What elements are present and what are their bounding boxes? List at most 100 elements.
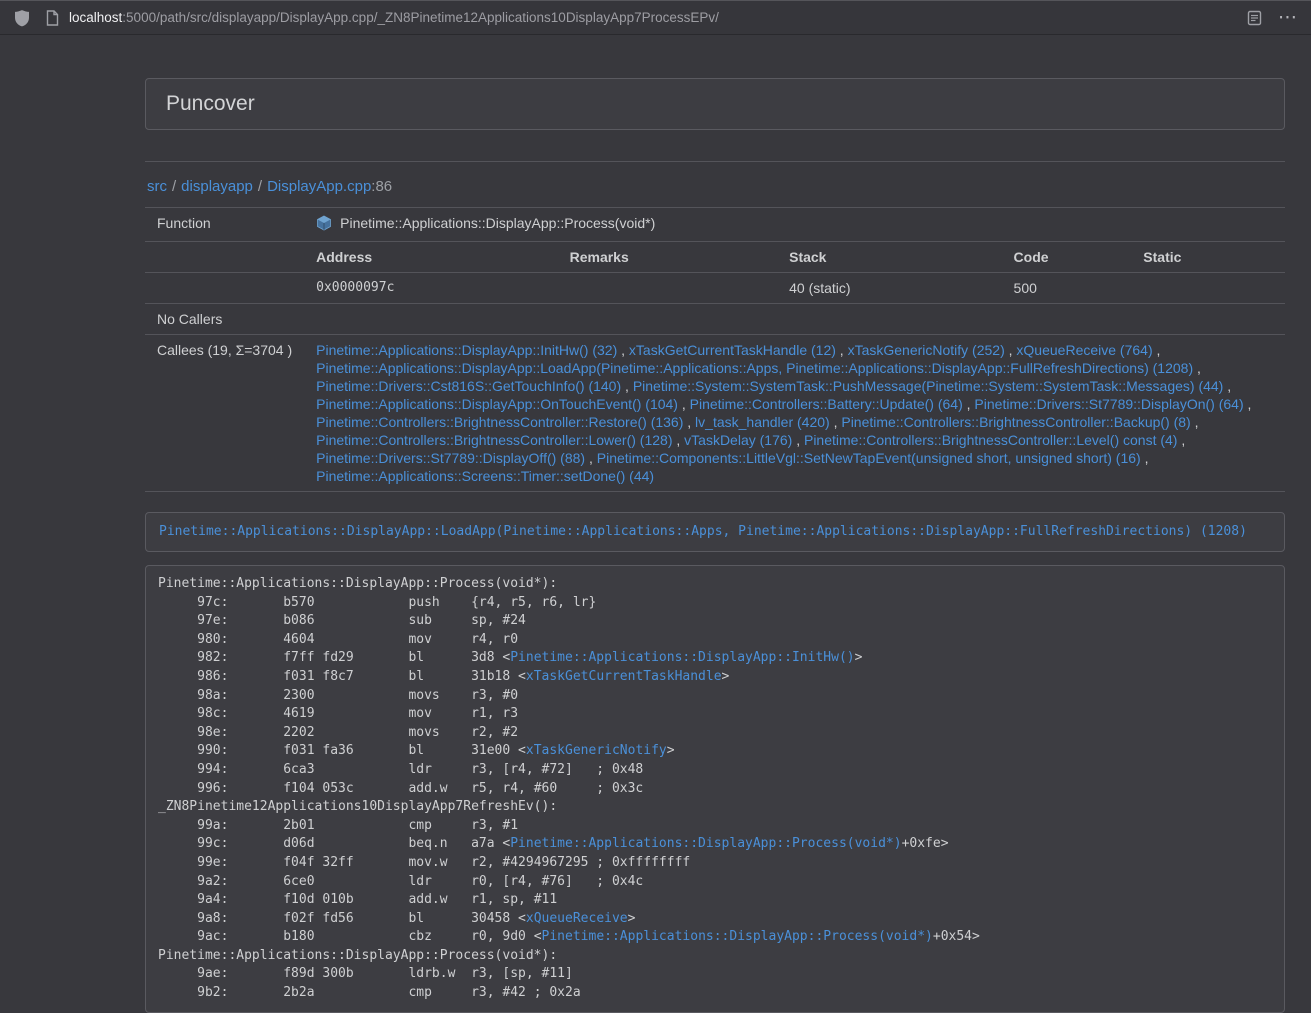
asm-line: 98c: 4619 mov r1, r3 bbox=[158, 705, 1272, 724]
asm-line: 9ac: b180 cbz r0, 9d0 <Pinetime::Applica… bbox=[158, 928, 1272, 947]
callee-link[interactable]: vTaskDelay (176) bbox=[684, 432, 792, 448]
asm-line: 990: f031 fa36 bl 31e00 <xTaskGenericNot… bbox=[158, 742, 1272, 761]
breadcrumb-src-link[interactable]: src bbox=[147, 178, 167, 195]
asm-text: 99e: f04f 32ff mov.w r2, #4294967295 ; 0… bbox=[158, 855, 690, 870]
asm-text: 982: f7ff fd29 bl 3d8 < bbox=[158, 650, 510, 665]
asm-text: Pinetime::Applications::DisplayApp::Proc… bbox=[158, 948, 557, 963]
callee-separator: , bbox=[672, 432, 684, 448]
asm-symbol-link[interactable]: xQueueReceive bbox=[526, 911, 628, 926]
callee-link[interactable]: Pinetime::Controllers::BrightnessControl… bbox=[841, 414, 1190, 430]
more-options-icon[interactable]: ⋯ bbox=[1278, 8, 1297, 27]
callee-link[interactable]: Pinetime::Controllers::Battery::Update()… bbox=[690, 396, 963, 412]
callee-link[interactable]: Pinetime::Controllers::BrightnessControl… bbox=[804, 432, 1177, 448]
asm-line: Pinetime::Applications::DisplayApp::Proc… bbox=[158, 947, 1272, 966]
callee-separator: , bbox=[621, 378, 633, 394]
callee-link[interactable]: Pinetime::Components::LittleVgl::SetNewT… bbox=[597, 450, 1141, 466]
callee-separator: , bbox=[792, 432, 804, 448]
callee-separator: , bbox=[1005, 342, 1017, 358]
divider bbox=[145, 161, 1285, 162]
disassembly-panel: Pinetime::Applications::DisplayApp::Proc… bbox=[145, 565, 1285, 1013]
asm-text: +0x54> bbox=[933, 929, 980, 944]
callee-separator: , bbox=[1141, 450, 1149, 466]
highlighted-callee-link[interactable]: Pinetime::Applications::DisplayApp::Load… bbox=[159, 524, 1247, 539]
asm-line: 996: f104 053c add.w r5, r4, #60 ; 0x3c bbox=[158, 780, 1272, 799]
callee-link[interactable]: Pinetime::Drivers::St7789::DisplayOff() … bbox=[316, 450, 585, 466]
asm-line: 982: f7ff fd29 bl 3d8 <Pinetime::Applica… bbox=[158, 649, 1272, 668]
asm-text: 99a: 2b01 cmp r3, #1 bbox=[158, 818, 518, 833]
empty-cell bbox=[304, 304, 1285, 335]
callee-link[interactable]: Pinetime::Drivers::St7789::DisplayOn() (… bbox=[974, 396, 1243, 412]
breadcrumb-file-link[interactable]: DisplayApp.cpp bbox=[267, 178, 371, 195]
columns-header-row: Address Remarks Stack Code Static bbox=[145, 242, 1285, 273]
asm-text: 996: f104 053c add.w r5, r4, #60 ; 0x3c bbox=[158, 781, 643, 796]
asm-text: 99c: d06d beq.n a7a < bbox=[158, 836, 510, 851]
asm-text: 98e: 2202 movs r2, #2 bbox=[158, 725, 518, 740]
asm-text: 980: 4604 mov r4, r0 bbox=[158, 632, 518, 647]
breadcrumb-displayapp-link[interactable]: displayapp bbox=[181, 178, 253, 195]
callee-link[interactable]: Pinetime::Applications::DisplayApp::OnTo… bbox=[316, 396, 678, 412]
asm-line: 9a2: 6ce0 ldr r0, [r4, #76] ; 0x4c bbox=[158, 873, 1272, 892]
url-host: localhost bbox=[69, 10, 122, 25]
asm-line: Pinetime::Applications::DisplayApp::Proc… bbox=[158, 575, 1272, 594]
empty-cell bbox=[145, 273, 304, 304]
callee-separator: , bbox=[678, 396, 690, 412]
asm-symbol-link[interactable]: Pinetime::Applications::DisplayApp::Proc… bbox=[510, 836, 901, 851]
function-table: Function Pinetime::Applications::Display… bbox=[145, 207, 1285, 492]
callee-link[interactable]: Pinetime::Drivers::Cst816S::GetTouchInfo… bbox=[316, 378, 621, 394]
tracking-protection-shield-icon[interactable] bbox=[14, 9, 30, 27]
asm-text: > bbox=[628, 911, 636, 926]
callee-separator: , bbox=[617, 342, 629, 358]
column-header-remarks: Remarks bbox=[558, 242, 778, 273]
asm-symbol-link[interactable]: Pinetime::Applications::DisplayApp::Proc… bbox=[542, 929, 933, 944]
code-value: 500 bbox=[1002, 273, 1132, 304]
function-cube-icon bbox=[316, 215, 332, 235]
asm-text: 9ac: b180 cbz r0, 9d0 < bbox=[158, 929, 542, 944]
callee-separator: , bbox=[1177, 432, 1185, 448]
asm-symbol-link[interactable]: Pinetime::Applications::DisplayApp::Init… bbox=[510, 650, 854, 665]
callee-link[interactable]: Pinetime::Applications::DisplayApp::Load… bbox=[316, 360, 1193, 376]
callee-link[interactable]: xQueueReceive (764) bbox=[1016, 342, 1152, 358]
asm-line: 986: f031 f8c7 bl 31b18 <xTaskGetCurrent… bbox=[158, 668, 1272, 687]
column-header-address: Address bbox=[304, 242, 557, 273]
asm-symbol-link[interactable]: xTaskGetCurrentTaskHandle bbox=[526, 669, 722, 684]
browser-toolbar: localhost:5000/path/src/displayapp/Displ… bbox=[0, 0, 1311, 35]
callee-link[interactable]: Pinetime::Applications::Screens::Timer::… bbox=[316, 468, 654, 484]
asm-symbol-link[interactable]: xTaskGenericNotify bbox=[526, 743, 667, 758]
url-text[interactable]: localhost:5000/path/src/displayapp/Displ… bbox=[69, 10, 719, 25]
reader-view-icon[interactable] bbox=[1247, 10, 1262, 26]
callee-separator: , bbox=[830, 414, 842, 430]
asm-text: 97e: b086 sub sp, #24 bbox=[158, 613, 526, 628]
asm-text: 9a2: 6ce0 ldr r0, [r4, #76] ; 0x4c bbox=[158, 874, 643, 889]
asm-text: > bbox=[667, 743, 675, 758]
asm-text: 9ae: f89d 300b ldrb.w r3, [sp, #11] bbox=[158, 966, 573, 981]
callees-row: Callees (19, Σ=3704 ) Pinetime::Applicat… bbox=[145, 335, 1285, 492]
app-header-panel: Puncover bbox=[145, 78, 1285, 130]
callee-link[interactable]: lv_task_handler (420) bbox=[695, 414, 830, 430]
page-title: Puncover bbox=[166, 92, 1264, 116]
function-label: Function bbox=[145, 208, 304, 242]
callee-separator: , bbox=[1223, 378, 1231, 394]
highlighted-callee-panel: Pinetime::Applications::DisplayApp::Load… bbox=[145, 512, 1285, 552]
asm-line: 97c: b570 push {r4, r5, r6, lr} bbox=[158, 594, 1272, 613]
asm-text: 98c: 4619 mov r1, r3 bbox=[158, 706, 518, 721]
callee-link[interactable]: Pinetime::System::SystemTask::PushMessag… bbox=[633, 378, 1224, 394]
callee-link[interactable]: xTaskGetCurrentTaskHandle (12) bbox=[629, 342, 836, 358]
callee-separator: , bbox=[836, 342, 848, 358]
breadcrumb-separator: / bbox=[172, 178, 176, 195]
callee-link[interactable]: Pinetime::Controllers::BrightnessControl… bbox=[316, 432, 672, 448]
asm-line: 99e: f04f 32ff mov.w r2, #4294967295 ; 0… bbox=[158, 854, 1272, 873]
callee-separator: , bbox=[1191, 414, 1199, 430]
asm-text: 994: 6ca3 ldr r3, [r4, #72] ; 0x48 bbox=[158, 762, 643, 777]
callee-link[interactable]: Pinetime::Applications::DisplayApp::Init… bbox=[316, 342, 617, 358]
asm-text: 98a: 2300 movs r3, #0 bbox=[158, 688, 518, 703]
asm-line: 980: 4604 mov r4, r0 bbox=[158, 631, 1272, 650]
callee-link[interactable]: xTaskGenericNotify (252) bbox=[848, 342, 1005, 358]
asm-text: 986: f031 f8c7 bl 31b18 < bbox=[158, 669, 526, 684]
asm-text: > bbox=[855, 650, 863, 665]
asm-text: +0xfe> bbox=[902, 836, 949, 851]
url-bar[interactable]: localhost:5000/path/src/displayapp/Displ… bbox=[46, 10, 1231, 26]
callee-link[interactable]: Pinetime::Controllers::BrightnessControl… bbox=[316, 414, 683, 430]
page-icon[interactable] bbox=[46, 10, 59, 26]
column-header-static: Static bbox=[1131, 242, 1285, 273]
asm-line: 98e: 2202 movs r2, #2 bbox=[158, 724, 1272, 743]
